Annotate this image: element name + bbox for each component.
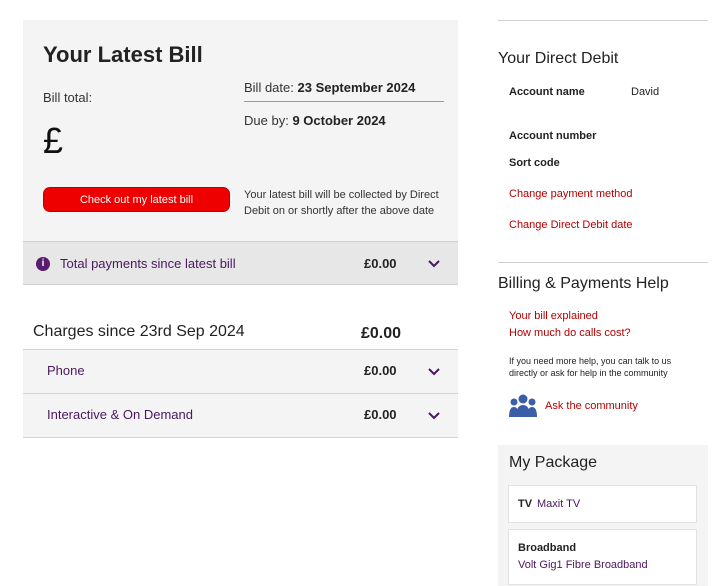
ask-community-link[interactable]: Ask the community <box>545 400 638 412</box>
due-by-label: Due by: <box>244 113 289 128</box>
payments-since-bill-row[interactable]: i Total payments since latest bill £0.00 <box>23 241 458 285</box>
charges-title: Charges since 23rd Sep 2024 <box>33 323 245 340</box>
charge-row-label: Phone <box>47 363 85 378</box>
chevron-down-icon[interactable] <box>427 409 441 423</box>
charge-row-interactive[interactable]: Interactive & On Demand £0.00 <box>23 393 458 437</box>
my-package-panel: My Package TV Maxit TV Broadband Volt Gi… <box>498 445 708 586</box>
your-bill-explained-link[interactable]: Your bill explained <box>509 310 598 322</box>
package-tv-value[interactable]: Maxit TV <box>537 498 580 510</box>
charges-total-amount: £0.00 <box>361 325 402 342</box>
bill-date-value: 23 September 2024 <box>297 80 416 95</box>
payments-since-bill-label: Total payments since latest bill <box>60 256 236 271</box>
charge-row-amount: £0.00 <box>364 363 397 378</box>
my-package-heading: My Package <box>509 454 598 471</box>
package-tv-card: TV Maxit TV <box>508 485 697 523</box>
chevron-down-icon[interactable] <box>427 257 441 271</box>
due-by: Due by: 9 October 2024 <box>244 113 386 128</box>
payments-since-bill-amount: £0.00 <box>364 256 397 271</box>
billing-help-heading: Billing & Payments Help <box>498 275 669 292</box>
package-broadband-label: Broadband <box>518 542 577 554</box>
latest-bill-card: Your Latest Bill Bill total: £ Bill date… <box>23 20 458 241</box>
check-latest-bill-button[interactable]: Check out my latest bill <box>43 187 230 212</box>
due-by-value: 9 October 2024 <box>292 113 386 128</box>
change-direct-debit-date-link[interactable]: Change Direct Debit date <box>509 219 633 231</box>
account-name-label: Account name <box>509 86 585 98</box>
bill-total-label: Bill total: <box>43 90 93 105</box>
package-tv-label: TV <box>518 498 533 510</box>
charge-row-label: Interactive & On Demand <box>47 407 193 422</box>
direct-debit-heading: Your Direct Debit <box>498 50 619 67</box>
direct-debit-top-divider <box>498 20 708 21</box>
account-number-label: Account number <box>509 130 597 142</box>
charge-row-amount: £0.00 <box>364 407 397 422</box>
bill-total-value: £ <box>43 120 64 161</box>
billing-help-top-divider <box>498 262 708 263</box>
chevron-down-icon[interactable] <box>427 365 441 379</box>
bill-date: Bill date: 23 September 2024 <box>244 80 415 95</box>
bill-date-divider <box>244 101 444 102</box>
call-costs-link[interactable]: How much do calls cost? <box>509 327 631 339</box>
change-payment-method-link[interactable]: Change payment method <box>509 188 633 200</box>
sort-code-label: Sort code <box>509 157 560 169</box>
package-broadband-value[interactable]: Volt Gig1 Fibre Broadband <box>518 559 648 571</box>
collection-note: Your latest bill will be collected by Di… <box>244 189 439 217</box>
account-name-value: David <box>631 86 660 98</box>
latest-bill-title: Your Latest Bill <box>43 42 203 67</box>
info-icon: i <box>36 257 50 271</box>
package-broadband-card: Broadband Volt Gig1 Fibre Broadband <box>508 529 697 585</box>
community-icon[interactable] <box>509 393 537 419</box>
bill-date-label: Bill date: <box>244 80 294 95</box>
charge-row-phone[interactable]: Phone £0.00 <box>23 349 458 393</box>
charges-bottom-divider <box>23 437 458 438</box>
help-note: If you need more help, you can talk to u… <box>509 356 672 378</box>
